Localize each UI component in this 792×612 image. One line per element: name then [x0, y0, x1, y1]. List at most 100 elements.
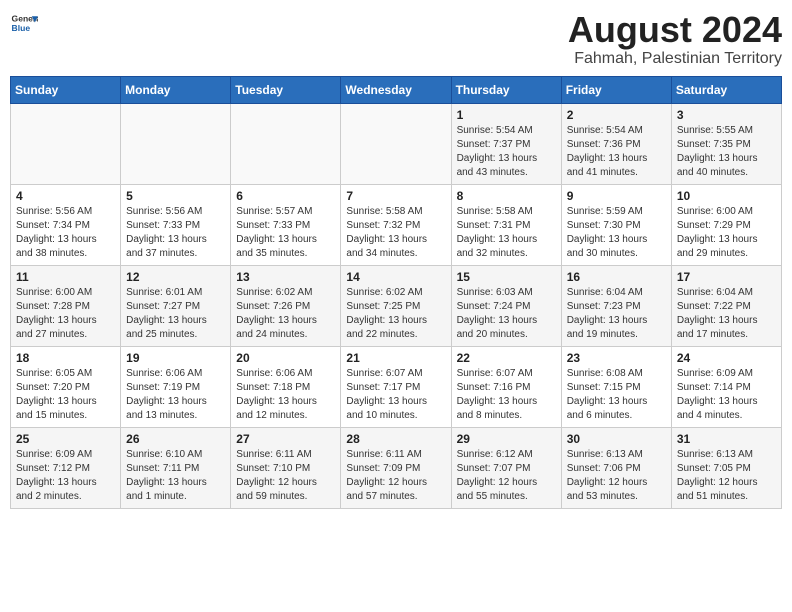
cell-date: 9	[567, 189, 666, 203]
cell-info: Sunrise: 6:13 AM Sunset: 7:06 PM Dayligh…	[567, 448, 666, 504]
calendar-week-row: 1Sunrise: 5:54 AM Sunset: 7:37 PM Daylig…	[11, 103, 782, 184]
calendar-day-header: Sunday	[11, 76, 121, 103]
cell-info: Sunrise: 6:03 AM Sunset: 7:24 PM Dayligh…	[457, 286, 556, 342]
cell-info: Sunrise: 6:07 AM Sunset: 7:17 PM Dayligh…	[346, 367, 445, 423]
cell-date: 15	[457, 270, 556, 284]
cell-info: Sunrise: 6:00 AM Sunset: 7:28 PM Dayligh…	[16, 286, 115, 342]
cell-info: Sunrise: 6:06 AM Sunset: 7:18 PM Dayligh…	[236, 367, 335, 423]
cell-info: Sunrise: 6:09 AM Sunset: 7:14 PM Dayligh…	[677, 367, 776, 423]
cell-date: 27	[236, 432, 335, 446]
cell-info: Sunrise: 5:55 AM Sunset: 7:35 PM Dayligh…	[677, 124, 776, 180]
cell-info: Sunrise: 6:08 AM Sunset: 7:15 PM Dayligh…	[567, 367, 666, 423]
cell-date: 12	[126, 270, 225, 284]
cell-info: Sunrise: 6:06 AM Sunset: 7:19 PM Dayligh…	[126, 367, 225, 423]
cell-date: 25	[16, 432, 115, 446]
calendar-day-header: Monday	[121, 76, 231, 103]
cell-info: Sunrise: 5:59 AM Sunset: 7:30 PM Dayligh…	[567, 205, 666, 261]
calendar-cell	[121, 103, 231, 184]
cell-info: Sunrise: 6:02 AM Sunset: 7:25 PM Dayligh…	[346, 286, 445, 342]
cell-info: Sunrise: 5:54 AM Sunset: 7:37 PM Dayligh…	[457, 124, 556, 180]
cell-date: 21	[346, 351, 445, 365]
cell-date: 6	[236, 189, 335, 203]
calendar-cell: 10 Sunrise: 6:00 AM Sunset: 7:29 PM Dayli…	[671, 184, 781, 265]
calendar-day-header: Wednesday	[341, 76, 451, 103]
cell-info: Sunrise: 6:04 AM Sunset: 7:23 PM Dayligh…	[567, 286, 666, 342]
cell-info: Sunrise: 6:11 AM Sunset: 7:10 PM Dayligh…	[236, 448, 335, 504]
cell-info: Sunrise: 5:56 AM Sunset: 7:33 PM Dayligh…	[126, 205, 225, 261]
calendar-cell: 31 Sunrise: 6:13 AM Sunset: 7:05 PM Dayli…	[671, 427, 781, 508]
calendar-week-row: 25Sunrise: 6:09 AM Sunset: 7:12 PM Dayli…	[11, 427, 782, 508]
cell-info: Sunrise: 6:10 AM Sunset: 7:11 PM Dayligh…	[126, 448, 225, 504]
cell-date: 30	[567, 432, 666, 446]
logo: General Blue	[10, 10, 38, 38]
calendar-cell: 2 Sunrise: 5:54 AM Sunset: 7:36 PM Daylig…	[561, 103, 671, 184]
cell-date: 24	[677, 351, 776, 365]
calendar-cell: 15 Sunrise: 6:03 AM Sunset: 7:24 PM Dayli…	[451, 265, 561, 346]
calendar-week-row: 4 Sunrise: 5:56 AM Sunset: 7:34 PM Daylig…	[11, 184, 782, 265]
cell-date: 10	[677, 189, 776, 203]
cell-info: Sunrise: 6:05 AM Sunset: 7:20 PM Dayligh…	[16, 367, 115, 423]
cell-date: 28	[346, 432, 445, 446]
calendar-cell: 7 Sunrise: 5:58 AM Sunset: 7:32 PM Daylig…	[341, 184, 451, 265]
cell-date: 16	[567, 270, 666, 284]
cell-date: 3	[677, 108, 776, 122]
calendar-cell: 14 Sunrise: 6:02 AM Sunset: 7:25 PM Dayli…	[341, 265, 451, 346]
calendar-cell: 23 Sunrise: 6:08 AM Sunset: 7:15 PM Dayli…	[561, 346, 671, 427]
calendar-cell: 18 Sunrise: 6:05 AM Sunset: 7:20 PM Dayli…	[11, 346, 121, 427]
calendar-cell: 6 Sunrise: 5:57 AM Sunset: 7:33 PM Daylig…	[231, 184, 341, 265]
cell-info: Sunrise: 5:56 AM Sunset: 7:34 PM Dayligh…	[16, 205, 115, 261]
calendar-cell	[341, 103, 451, 184]
cell-date: 29	[457, 432, 556, 446]
calendar-cell: 5 Sunrise: 5:56 AM Sunset: 7:33 PM Daylig…	[121, 184, 231, 265]
cell-info: Sunrise: 6:12 AM Sunset: 7:07 PM Dayligh…	[457, 448, 556, 504]
cell-date: 18	[16, 351, 115, 365]
cell-date: 11	[16, 270, 115, 284]
cell-info: Sunrise: 6:07 AM Sunset: 7:16 PM Dayligh…	[457, 367, 556, 423]
calendar-cell: 12 Sunrise: 6:01 AM Sunset: 7:27 PM Dayli…	[121, 265, 231, 346]
calendar-day-header: Friday	[561, 76, 671, 103]
title-area: August 2024 Fahmah, Palestinian Territor…	[568, 10, 782, 68]
calendar-week-row: 11 Sunrise: 6:00 AM Sunset: 7:28 PM Dayli…	[11, 265, 782, 346]
calendar-cell: 27 Sunrise: 6:11 AM Sunset: 7:10 PM Dayli…	[231, 427, 341, 508]
calendar-cell	[231, 103, 341, 184]
page-title: August 2024	[568, 10, 782, 50]
cell-info: Sunrise: 6:11 AM Sunset: 7:09 PM Dayligh…	[346, 448, 445, 504]
cell-info: Sunrise: 6:13 AM Sunset: 7:05 PM Dayligh…	[677, 448, 776, 504]
calendar-cell: 8 Sunrise: 5:58 AM Sunset: 7:31 PM Daylig…	[451, 184, 561, 265]
cell-date: 26	[126, 432, 225, 446]
cell-info: Sunrise: 5:58 AM Sunset: 7:32 PM Dayligh…	[346, 205, 445, 261]
cell-info: Sunrise: 5:57 AM Sunset: 7:33 PM Dayligh…	[236, 205, 335, 261]
cell-date: 23	[567, 351, 666, 365]
calendar-day-header: Tuesday	[231, 76, 341, 103]
calendar-cell	[11, 103, 121, 184]
cell-info: Sunrise: 6:01 AM Sunset: 7:27 PM Dayligh…	[126, 286, 225, 342]
calendar-cell: 17Sunrise: 6:04 AM Sunset: 7:22 PM Dayli…	[671, 265, 781, 346]
cell-info: Sunrise: 6:00 AM Sunset: 7:29 PM Dayligh…	[677, 205, 776, 261]
cell-date: 5	[126, 189, 225, 203]
calendar-table: SundayMondayTuesdayWednesdayThursdayFrid…	[10, 76, 782, 509]
cell-date: 4	[16, 189, 115, 203]
cell-date: 2	[567, 108, 666, 122]
calendar-cell: 16 Sunrise: 6:04 AM Sunset: 7:23 PM Dayli…	[561, 265, 671, 346]
cell-info: Sunrise: 5:54 AM Sunset: 7:36 PM Dayligh…	[567, 124, 666, 180]
cell-info: Sunrise: 5:58 AM Sunset: 7:31 PM Dayligh…	[457, 205, 556, 261]
calendar-cell: 21 Sunrise: 6:07 AM Sunset: 7:17 PM Dayli…	[341, 346, 451, 427]
cell-date: 7	[346, 189, 445, 203]
calendar-cell: 4 Sunrise: 5:56 AM Sunset: 7:34 PM Daylig…	[11, 184, 121, 265]
calendar-cell: 28 Sunrise: 6:11 AM Sunset: 7:09 PM Dayli…	[341, 427, 451, 508]
cell-date: 31	[677, 432, 776, 446]
cell-date: 22	[457, 351, 556, 365]
calendar-cell: 29 Sunrise: 6:12 AM Sunset: 7:07 PM Dayli…	[451, 427, 561, 508]
page-subtitle: Fahmah, Palestinian Territory	[568, 50, 782, 68]
calendar-week-row: 18 Sunrise: 6:05 AM Sunset: 7:20 PM Dayli…	[11, 346, 782, 427]
calendar-day-header: Thursday	[451, 76, 561, 103]
cell-info: Sunrise: 6:02 AM Sunset: 7:26 PM Dayligh…	[236, 286, 335, 342]
cell-date: 13	[236, 270, 335, 284]
calendar-cell: 3 Sunrise: 5:55 AM Sunset: 7:35 PM Daylig…	[671, 103, 781, 184]
calendar-cell: 20 Sunrise: 6:06 AM Sunset: 7:18 PM Dayli…	[231, 346, 341, 427]
cell-date: 20	[236, 351, 335, 365]
cell-info: Sunrise: 6:04 AM Sunset: 7:22 PM Dayligh…	[677, 286, 776, 342]
calendar-header-row: SundayMondayTuesdayWednesdayThursdayFrid…	[11, 76, 782, 103]
cell-date: 8	[457, 189, 556, 203]
cell-date: 14	[346, 270, 445, 284]
